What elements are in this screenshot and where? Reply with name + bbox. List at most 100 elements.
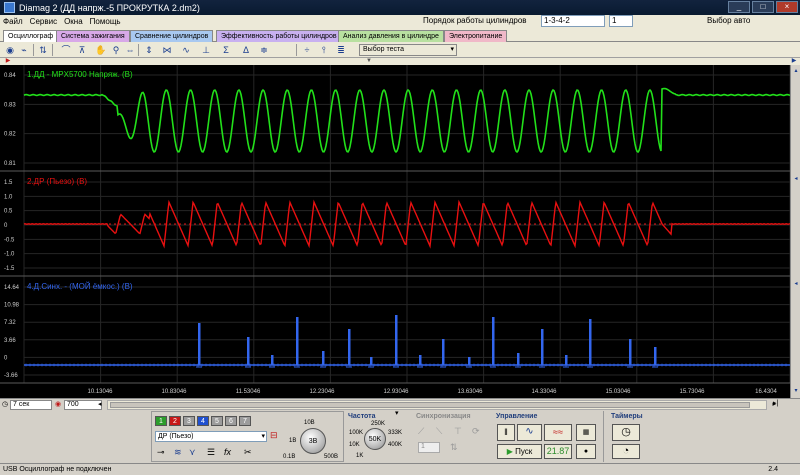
tab-ignition[interactable]: Система зажигания (56, 30, 130, 42)
multi-wave-button[interactable]: ≈≈ (544, 424, 572, 441)
scroll-end-icon[interactable]: ▸| (773, 399, 778, 407)
waveform-button[interactable]: ∿ (517, 424, 542, 441)
sigma-icon[interactable]: Σ (220, 44, 232, 56)
list-icon[interactable]: ☰ (207, 447, 215, 458)
record-button[interactable]: ● (576, 444, 596, 459)
channel-3-button[interactable]: 3 (183, 416, 195, 426)
channel-4-spike (247, 337, 250, 365)
window-controls: _ □ × (728, 1, 798, 13)
channel-label: 2.ДР (Пьезо) (В) (27, 177, 87, 186)
sync-channel-select[interactable]: 1 (418, 442, 440, 453)
channel-2-button[interactable]: 2 (169, 416, 181, 426)
maximize-button[interactable]: □ (752, 1, 774, 13)
arc-icon[interactable]: ⌒ (60, 44, 72, 56)
channel-4-button[interactable]: 4 (197, 416, 209, 426)
x-tick-label: 16.4304 (755, 389, 777, 395)
sync-auto-icon[interactable]: ⟳ (472, 426, 480, 437)
timer-2-button[interactable]: ◔ (612, 444, 640, 459)
tab-power[interactable]: Электропитание (444, 30, 508, 42)
control-group: Управление ‖ ∿ ≈≈ ▦ ▶ Пуск 21.87 ● (494, 411, 600, 462)
sync-rise-icon[interactable]: ⟋ (418, 426, 424, 437)
x-tick-label: 14.33046 (531, 389, 557, 395)
minimize-button[interactable]: _ (728, 1, 750, 13)
marker-icon[interactable]: ⫯ (318, 44, 330, 56)
start-button[interactable]: ▶ Пуск (497, 444, 542, 459)
volt-knob[interactable]: 3В (300, 428, 326, 454)
sensor-settings-icon[interactable]: ⊟ (270, 430, 278, 441)
time-bar: ◷ 7 сек ◉ 700 ◂ ▸ ▸| (0, 398, 800, 410)
marker-flag-icon[interactable]: ▶ (4, 58, 12, 65)
tab-cylinder-compare[interactable]: Сравнение цилиндров (130, 30, 214, 42)
auto-select-link[interactable]: Выбор авто (707, 16, 750, 25)
overlay-icon[interactable]: ⋈ (161, 44, 173, 56)
menu-file[interactable]: Файл (3, 17, 23, 26)
tab-oscilloscope[interactable]: Осциллограф (3, 30, 59, 42)
menu-help[interactable]: Помощь (90, 17, 121, 26)
scroll-up-icon[interactable]: ▴ (792, 67, 800, 75)
channel-4-spike (541, 329, 544, 365)
scroll-left-icon[interactable]: ◂ (98, 400, 102, 408)
timer-1-button[interactable]: ◷ (612, 424, 640, 441)
channel-6-button[interactable]: 6 (225, 416, 237, 426)
cylinder-order-select[interactable]: 1-3-4-2 (541, 15, 605, 27)
oscilloscope-display[interactable]: 0.84 0.83 0.82 0.81 1.ДД - MPX5700 Напряж. (… (0, 65, 790, 398)
title-bar: Diamag 2 (ДД напрж.-5 ПРОКРУТКА 2.dm2) _… (0, 0, 800, 15)
cylinder-spin[interactable]: 1 (609, 15, 633, 27)
level-icon[interactable]: ⊼ (76, 44, 88, 56)
samples-select[interactable]: 700 (64, 400, 102, 410)
invert-icon[interactable]: ≋ (174, 447, 182, 458)
close-button[interactable]: × (776, 1, 798, 13)
test-select[interactable]: Выбор теста ▾ (359, 44, 457, 56)
ignition-icon[interactable]: ⌁ (18, 44, 30, 56)
y-tick-label: 1.0 (4, 194, 13, 200)
channel-1-button[interactable]: 1 (155, 416, 167, 426)
test-select-label: Выбор теста (363, 46, 404, 53)
time-scrollbar[interactable]: ◂ ▸ (98, 400, 776, 410)
menu-windows[interactable]: Окна (64, 17, 83, 26)
cursor-icon[interactable]: ⊥ (200, 44, 212, 56)
hand-icon[interactable]: ✋ (95, 44, 107, 56)
marker-end-icon[interactable]: ▶ (790, 58, 798, 65)
frequency-label: 400K (388, 442, 403, 448)
marker-strip: ▶ ▼ ▶ (0, 58, 800, 65)
tab-cylinder-pressure[interactable]: Анализ давления в цилиндре (338, 30, 444, 42)
tools-icon[interactable]: ✂ (244, 447, 252, 458)
marker-pointer-icon[interactable]: ▼ (365, 58, 373, 65)
channel-5-button[interactable]: 5 (211, 416, 223, 426)
sync-fall-icon[interactable]: ⟍ (436, 426, 442, 437)
range-icon[interactable]: ≑ (258, 44, 270, 56)
vertical-scrollbar[interactable]: ▴ ◂ ◂ ▾ (790, 65, 800, 398)
function-icon[interactable]: fx (224, 447, 231, 457)
scroll-thumb[interactable] (110, 402, 750, 408)
pane-handle-icon[interactable]: ◂ (792, 280, 800, 288)
channel-4-spike (442, 339, 445, 365)
channel-4-spike (492, 317, 495, 365)
auto-button[interactable]: ▦ (576, 424, 596, 441)
compare-icon[interactable]: ⇅ (37, 44, 49, 56)
scale-y-icon[interactable]: ⇕ (143, 44, 155, 56)
pause-button[interactable]: ‖ (497, 424, 515, 441)
channel-7-button[interactable]: 7 (239, 416, 251, 426)
frequency-label: 333K (388, 430, 403, 436)
menu-service[interactable]: Сервис (30, 17, 57, 26)
scale-x-icon[interactable]: ⇔ (124, 44, 136, 56)
sensor-select[interactable]: ДР (Пьезо) ▾ (155, 431, 267, 442)
filter-icon[interactable]: ⋎ (189, 447, 196, 458)
frequency-knob[interactable]: 50K (364, 428, 386, 450)
probe-icon[interactable]: ⊸ (157, 447, 165, 458)
y-tick-label: -1.0 (4, 252, 15, 258)
frequency-icon[interactable]: ∿ (180, 44, 192, 56)
y-tick-label: 7.32 (4, 320, 16, 326)
y-tick-label: 10.98 (4, 303, 20, 309)
tab-cylinder-efficiency[interactable]: Эффективность работы цилиндров (216, 30, 342, 42)
sync-level-icon[interactable]: ⊤ (454, 426, 462, 437)
scroll-down-icon[interactable]: ▾ (792, 387, 800, 395)
oscilloscope-icon[interactable]: ◉ (4, 44, 16, 56)
sync-mode-icon[interactable]: ⇅ (450, 442, 458, 453)
pane-handle-icon[interactable]: ◂ (792, 175, 800, 183)
divide-icon[interactable]: ÷ (301, 44, 313, 56)
script-icon[interactable]: ≣ (335, 44, 347, 56)
zoom-icon[interactable]: ⚲ (110, 44, 122, 56)
delta-icon[interactable]: Δ (240, 44, 252, 56)
timebase-select[interactable]: 7 сек (10, 400, 52, 410)
